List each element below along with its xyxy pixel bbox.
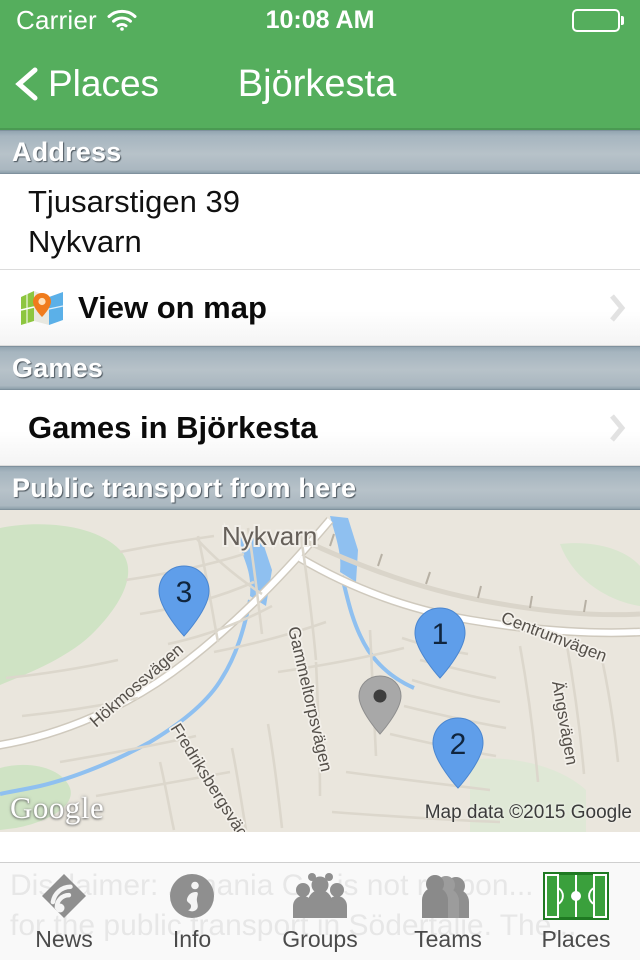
tab-info[interactable]: Info — [128, 863, 256, 960]
svg-text:1: 1 — [432, 618, 449, 651]
tab-news[interactable]: News — [0, 863, 128, 960]
view-on-map-label: View on map — [78, 289, 267, 325]
tab-news-label: News — [35, 926, 93, 952]
google-watermark: Google — [10, 790, 105, 825]
games-in-place-row[interactable]: Games in Björkesta — [0, 390, 640, 466]
app-screen: Carrier 10:08 AM Places Björkesta Addres… — [0, 0, 640, 960]
section-header-address-label: Address — [12, 136, 122, 167]
chevron-right-icon — [608, 413, 626, 443]
svg-text:3: 3 — [176, 576, 193, 609]
teams-icon — [420, 870, 476, 922]
section-header-address: Address — [0, 130, 640, 174]
tab-bar: News Info Groups Teams Places — [0, 862, 640, 960]
transport-map[interactable]: Hökmossvägen Fredriksbergsvägen Gammelto… — [0, 510, 640, 832]
view-on-map-row[interactable]: View on map — [0, 270, 640, 346]
tab-places[interactable]: Places — [512, 863, 640, 960]
section-header-games: Games — [0, 346, 640, 390]
section-header-games-label: Games — [12, 352, 104, 383]
tab-info-label: Info — [172, 926, 212, 952]
map-icon — [20, 289, 64, 327]
tab-places-label: Places — [541, 926, 611, 952]
carrier-label: Carrier — [16, 4, 97, 35]
status-bar: Carrier 10:08 AM — [0, 0, 640, 40]
address-cell: Tjusarstigen 39 Nykvarn — [0, 174, 640, 270]
address-line-2: Nykvarn — [28, 223, 142, 259]
info-icon — [166, 870, 218, 922]
svg-text:2: 2 — [450, 728, 467, 761]
battery-icon — [572, 8, 624, 32]
pitch-icon — [543, 870, 609, 922]
wifi-icon — [107, 9, 137, 31]
map-place-label: Nykvarn — [222, 521, 317, 551]
games-in-place-label: Games in Björkesta — [28, 409, 318, 445]
tab-groups-label: Groups — [282, 926, 358, 952]
tab-groups[interactable]: Groups — [256, 863, 384, 960]
section-header-transport-label: Public transport from here — [12, 472, 357, 503]
map-canvas: Hökmossvägen Fredriksbergsvägen Gammelto… — [0, 510, 640, 832]
map-attribution: Map data ©2015 Google — [424, 802, 632, 823]
tab-teams[interactable]: Teams — [384, 863, 512, 960]
tab-teams-label: Teams — [414, 926, 482, 952]
groups-icon — [291, 870, 349, 922]
chevron-right-icon — [608, 293, 626, 323]
back-button-label: Places — [48, 63, 160, 104]
rss-icon — [38, 870, 90, 922]
address-line-1: Tjusarstigen 39 — [28, 183, 240, 219]
chevron-left-icon — [14, 67, 40, 101]
nav-bar: Places Björkesta — [0, 40, 640, 130]
back-button[interactable]: Places — [0, 63, 159, 105]
section-header-transport: Public transport from here — [0, 466, 640, 510]
